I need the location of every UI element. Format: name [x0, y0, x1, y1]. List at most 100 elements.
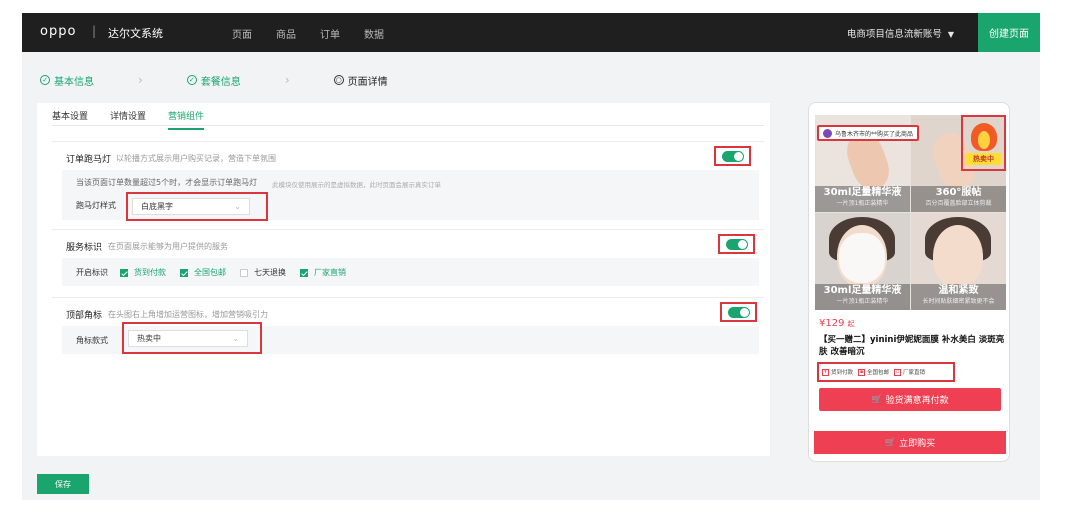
- step-label: 基本信息: [54, 76, 94, 88]
- service-badge-label: 全国包邮: [867, 370, 890, 376]
- nav-item-orders[interactable]: 订单: [320, 26, 340, 41]
- service-badge-label: 货到付款: [831, 370, 854, 376]
- section-title: 订单跑马灯: [66, 155, 112, 165]
- tile-caption-small: 一片顶1瓶正装精华: [836, 298, 889, 305]
- nav-item-pages[interactable]: 页面: [232, 26, 252, 41]
- section-description: 在头图右上角增加运营图标，增加营销吸引力: [108, 310, 268, 319]
- cart-icon: 🛒: [884, 437, 897, 448]
- step-label: 页面详情: [347, 76, 388, 88]
- tab-marketing-components[interactable]: 营销组件: [168, 109, 205, 130]
- system-name: 达尔文系统: [108, 27, 163, 40]
- toggle-knob: [740, 308, 749, 317]
- account-dropdown[interactable]: 电商项目信息流新账号 ▼: [847, 26, 954, 40]
- nav-menu: 页面 商品 订单 数据: [232, 26, 408, 41]
- section-divider: [52, 141, 764, 142]
- select-highlight: 白底黑字 ⌄: [126, 192, 268, 221]
- section-order-marquee: 订单跑马灯 以轮播方式展示用户购买记录，营造下单氛围 当该页面订单数量超过5个时…: [52, 141, 764, 227]
- section-divider: [52, 297, 764, 298]
- checkbox-icon: [120, 268, 128, 277]
- create-page-button[interactable]: 创建页面: [978, 13, 1040, 52]
- cart-icon: 🛒: [871, 394, 883, 405]
- tile-caption: 30ml足量精华液 一片顶1瓶正装精华: [815, 284, 910, 310]
- corner-toggle[interactable]: [728, 307, 750, 318]
- select-value: 热卖中: [137, 334, 161, 343]
- section-corner-badge: 顶部角标 在头图右上角增加运营图标，增加营销吸引力 角标款式 热卖中 ⌄: [52, 297, 764, 363]
- nav-item-products[interactable]: 商品: [276, 26, 296, 41]
- chevron-down-icon: ⌄: [232, 334, 239, 343]
- cod-buy-button[interactable]: 🛒 验货满意再付款: [819, 388, 1001, 411]
- service-checkbox-group: 货到付款 全国包邮 七天退换 厂家直销: [120, 267, 360, 278]
- marquee-style-select[interactable]: 白底黑字 ⌄: [132, 198, 250, 215]
- tab-basic-settings[interactable]: 基本设置: [52, 109, 88, 130]
- step-basic-info: ✓ 基本信息: [40, 73, 94, 88]
- tile-caption-big: 30ml足量精华液: [823, 285, 902, 296]
- settings-card: 基本设置 详情设置 营销组件 订单跑马灯 以轮播方式展示用户购买记录，营造下单氛…: [37, 103, 770, 456]
- tile-caption-big: 360°服帖: [935, 187, 982, 198]
- top-nav: oppo | 达尔文系统 页面 商品 订单 数据 电商项目信息流新账号 ▼ 创建页…: [22, 13, 1040, 52]
- marquee-options-panel: 当该页面订单数量超过5个时，才会显示订单跑马灯 此模块仅使用展示的是虚拟数据，此…: [62, 170, 759, 221]
- marquee-toggle[interactable]: [722, 151, 744, 162]
- checkbox-factory-direct[interactable]: 厂家直销: [300, 267, 346, 278]
- toggle-highlight: [718, 234, 755, 254]
- purchase-marquee-text: 乌鲁木齐市的**购买了此商品: [835, 130, 914, 138]
- caret-down-icon: ▼: [947, 30, 954, 39]
- buy-now-label: 立即购买: [899, 439, 936, 449]
- checkbox-label: 全国包邮: [194, 268, 226, 277]
- banner-tile: 温和紧致 长时间贴肤细密紧致更不会: [911, 213, 1006, 310]
- corner-options-panel: 角标款式 热卖中 ⌄: [62, 322, 759, 354]
- select-value: 白底黑字: [141, 202, 173, 211]
- step-page-details: ○ 页面详情: [333, 73, 388, 88]
- checkbox-icon: [240, 268, 248, 277]
- checkbox-icon: [300, 268, 308, 277]
- circle-icon: ○: [333, 75, 344, 85]
- phone-preview: 30ml足量精华液 一片顶1瓶正装精华 360°服帖 百分百覆盖脸部立体剪裁 3…: [808, 102, 1010, 462]
- marquee-hint-small: 此模块仅使用展示的是虚拟数据，此时页面会展示真实订单: [272, 181, 441, 189]
- chevron-right-icon: ›: [284, 73, 290, 87]
- tile-caption-small: 长时间贴肤细密紧致更不会: [922, 298, 995, 305]
- section-description: 以轮播方式展示用户购买记录，营造下单氛围: [116, 154, 276, 163]
- hot-sale-label: 热卖中: [965, 153, 1002, 165]
- step-package-info: ✓ 套餐信息: [186, 73, 241, 88]
- product-title: 【买一赠二】yinini伊妮妮面膜 补水美白 淡斑亮肤 改善暗沉: [819, 335, 1005, 357]
- page: oppo | 达尔文系统 页面 商品 订单 数据 电商项目信息流新账号 ▼ 创建页…: [0, 0, 1080, 514]
- shipping-icon: ▪: [858, 368, 866, 376]
- field-label: 跑马灯样式: [76, 201, 116, 210]
- section-description: 在页面展示能够为用户提供的服务: [108, 242, 228, 251]
- tab-detail-settings[interactable]: 详情设置: [110, 109, 146, 130]
- price-unit: 起: [847, 320, 855, 328]
- checkbox-label: 七天退换: [254, 268, 286, 277]
- mask-image: [839, 233, 885, 283]
- tile-caption-big: 温和紧致: [938, 285, 979, 296]
- nav-item-data[interactable]: 数据: [364, 26, 384, 41]
- checkbox-seven-day-return[interactable]: 七天退换: [240, 267, 286, 278]
- section-title: 顶部角标: [66, 311, 103, 321]
- checkbox-icon: [180, 268, 188, 277]
- service-options-panel: 开启标识 货到付款 全国包邮 七天退换 厂家直销: [62, 258, 759, 286]
- tile-caption: 温和紧致 长时间贴肤细密紧致更不会: [911, 284, 1006, 310]
- tile-caption: 360°服帖 百分百覆盖脸部立体剪裁: [911, 186, 1006, 212]
- check-circle-icon: ✓: [186, 75, 197, 85]
- tile-caption-small: 一片顶1瓶正装精华: [836, 200, 889, 207]
- buy-now-button[interactable]: 🛒 立即购买: [814, 431, 1006, 454]
- select-highlight: 热卖中 ⌄: [122, 322, 262, 354]
- hot-sale-corner-badge: 热卖中: [961, 115, 1006, 171]
- checkbox-label: 货到付款: [134, 268, 166, 277]
- face-image: [933, 225, 983, 287]
- chevron-down-icon: ⌄: [234, 202, 241, 211]
- service-badge: ▫ 厂家直销: [894, 368, 925, 376]
- checkbox-free-shipping[interactable]: 全国包邮: [180, 267, 226, 278]
- cash-icon: ¥: [822, 368, 829, 376]
- corner-style-select[interactable]: 热卖中 ⌄: [128, 330, 248, 347]
- flame-inner-shape: [978, 131, 990, 149]
- tab-bar: 基本设置 详情设置 营销组件: [52, 109, 226, 130]
- brand-logo: oppo: [40, 24, 77, 39]
- save-button[interactable]: 保存: [37, 474, 89, 494]
- service-toggle[interactable]: [726, 239, 748, 250]
- account-name: 电商项目信息流新账号: [846, 29, 942, 40]
- tab-divider: [52, 125, 764, 126]
- cod-buy-label: 验货满意再付款: [885, 396, 949, 406]
- product-price: ¥129 起: [819, 318, 854, 329]
- toggle-highlight: [714, 146, 751, 166]
- tile-caption-small: 百分百覆盖脸部立体剪裁: [925, 200, 992, 207]
- checkbox-cash-on-delivery[interactable]: 货到付款: [120, 267, 166, 278]
